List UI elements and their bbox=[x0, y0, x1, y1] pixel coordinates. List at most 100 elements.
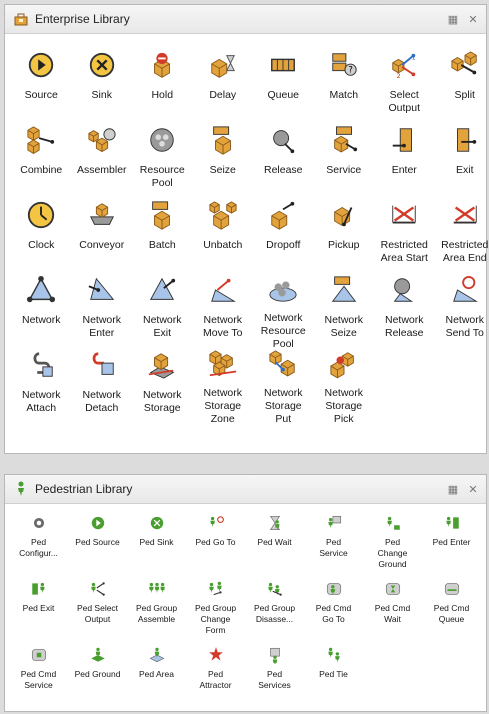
palette-item-ped-tie[interactable]: Ped Tie bbox=[304, 645, 363, 711]
palette-item-conveyor[interactable]: Conveyor bbox=[72, 199, 133, 274]
enterprise-library-header[interactable]: Enterprise Library ▦ ✕ bbox=[5, 5, 486, 34]
network-detach-icon bbox=[86, 349, 118, 381]
ped-cmd-service-icon bbox=[29, 645, 49, 665]
palette-item-queue[interactable]: Queue bbox=[253, 49, 314, 124]
palette-item-label: Network Move To bbox=[203, 314, 243, 339]
queue-icon bbox=[267, 49, 299, 81]
palette-item-network[interactable]: Network bbox=[11, 274, 72, 349]
palette-item-dropoff[interactable]: Dropoff bbox=[253, 199, 314, 274]
view-toggle-icon[interactable]: ▦ bbox=[446, 482, 460, 496]
palette-item-select-output[interactable]: 1 2 Select Output bbox=[374, 49, 435, 124]
conveyor-icon bbox=[86, 199, 118, 231]
palette-item-ped-ground[interactable]: Ped Ground bbox=[68, 645, 127, 711]
ped-group-disassemble-icon bbox=[265, 579, 285, 599]
palette-item-ped-service[interactable]: Ped Service bbox=[304, 513, 363, 579]
palette-item-label: Batch bbox=[148, 239, 176, 251]
palette-item-combine[interactable]: Combine bbox=[11, 124, 72, 199]
palette-item-ped-area[interactable]: Ped Area bbox=[127, 645, 186, 711]
network-release-icon bbox=[388, 274, 420, 306]
palette-item-hold[interactable]: Hold bbox=[132, 49, 193, 124]
palette-item-ped-cmd-wait[interactable]: Ped Cmd Wait bbox=[363, 579, 422, 645]
palette-item-network-storage-put[interactable]: Network Storage Put bbox=[253, 349, 314, 425]
palette-item-unbatch[interactable]: Unbatch bbox=[193, 199, 254, 274]
palette-item-match[interactable]: ? Match bbox=[314, 49, 375, 124]
palette-item-release[interactable]: Release bbox=[253, 124, 314, 199]
palette-item-label: Ped Group Change Form bbox=[194, 603, 237, 635]
palette-item-clock[interactable]: Clock bbox=[11, 199, 72, 274]
dropoff-icon bbox=[267, 199, 299, 231]
palette-item-network-seize[interactable]: Network Seize bbox=[314, 274, 375, 349]
release-icon bbox=[267, 124, 299, 156]
view-toggle-icon[interactable]: ▦ bbox=[446, 12, 460, 26]
palette-item-label: Assembler bbox=[76, 164, 127, 176]
palette-item-label: Ped Group Assemble bbox=[135, 603, 178, 624]
palette-item-label: Network bbox=[21, 314, 61, 326]
palette-item-ped-select-output[interactable]: Ped Select Output bbox=[68, 579, 127, 645]
pedestrian-library-grid: Ped Configur... Ped Source Ped Sink Ped Go … bbox=[9, 513, 481, 711]
palette-item-label: Seize bbox=[209, 164, 236, 176]
palette-item-batch[interactable]: Batch bbox=[132, 199, 193, 274]
palette-item-network-attach[interactable]: Network Attach bbox=[11, 349, 72, 424]
palette-item-enter[interactable]: Enter bbox=[374, 124, 435, 199]
palette-item-network-enter[interactable]: Network Enter bbox=[72, 274, 133, 349]
palette-item-resource-pool[interactable]: Resource Pool bbox=[132, 124, 193, 199]
palette-item-label: Queue bbox=[267, 89, 300, 101]
pedestrian-library-header[interactable]: Pedestrian Library ▦ ✕ bbox=[5, 475, 486, 504]
palette-item-assembler[interactable]: Assembler bbox=[72, 124, 133, 199]
ped-services-icon bbox=[265, 645, 285, 665]
palette-item-ped-group-assemble[interactable]: Ped Group Assemble bbox=[127, 579, 186, 645]
palette-item-exit[interactable]: Exit bbox=[435, 124, 489, 199]
palette-item-network-storage-zone[interactable]: Network Storage Zone bbox=[193, 349, 254, 425]
unbatch-icon bbox=[207, 199, 239, 231]
palette-item-restricted-area-end[interactable]: Restricted Area End bbox=[435, 199, 489, 274]
palette-item-ped-source[interactable]: Ped Source bbox=[68, 513, 127, 579]
palette-item-ped-attractor[interactable]: Ped Attractor bbox=[186, 645, 245, 711]
palette-item-ped-services[interactable]: Ped Services bbox=[245, 645, 304, 711]
palette-item-delay[interactable]: Delay bbox=[193, 49, 254, 124]
palette-item-ped-go-to[interactable]: Ped Go To bbox=[186, 513, 245, 579]
palette-item-network-release[interactable]: Network Release bbox=[374, 274, 435, 349]
ped-source-icon bbox=[88, 513, 108, 533]
palette-item-ped-group-disassemble[interactable]: Ped Group Disasse... bbox=[245, 579, 304, 645]
delay-icon bbox=[207, 49, 239, 81]
palette-item-ped-change-ground[interactable]: Ped Change Ground bbox=[363, 513, 422, 579]
palette-item-label: Unbatch bbox=[203, 239, 243, 251]
palette-item-ped-enter[interactable]: Ped Enter bbox=[422, 513, 481, 579]
palette-item-service[interactable]: Service bbox=[314, 124, 375, 199]
palette-item-ped-sink[interactable]: Ped Sink bbox=[127, 513, 186, 579]
palette-item-ped-group-change-form[interactable]: Ped Group Change Form bbox=[186, 579, 245, 645]
palette-item-network-storage[interactable]: Network Storage bbox=[132, 349, 193, 424]
palette-item-source[interactable]: Source bbox=[11, 49, 72, 124]
pedestrian-library-panel: Pedestrian Library ▦ ✕ Ped Configur... Pe… bbox=[4, 474, 487, 712]
palette-item-label: Dropoff bbox=[266, 239, 301, 251]
palette-item-network-move-to[interactable]: Network Move To bbox=[193, 274, 254, 349]
palette-item-ped-cmd-queue[interactable]: Ped Cmd Queue bbox=[422, 579, 481, 645]
palette-item-label: Resource Pool bbox=[139, 164, 185, 189]
clock-icon bbox=[25, 199, 57, 231]
palette-item-split[interactable]: Split bbox=[435, 49, 489, 124]
ped-go-to-icon bbox=[206, 513, 226, 533]
palette-item-ped-wait[interactable]: Ped Wait bbox=[245, 513, 304, 579]
palette-item-label: Ped Cmd Go To bbox=[315, 603, 352, 624]
palette-item-ped-cmd-go-to[interactable]: Ped Cmd Go To bbox=[304, 579, 363, 645]
palette-item-seize[interactable]: Seize bbox=[193, 124, 254, 199]
network-exit-icon bbox=[146, 274, 178, 306]
close-icon[interactable]: ✕ bbox=[466, 482, 480, 496]
pedestrian-library-icon bbox=[13, 481, 29, 497]
palette-item-pickup[interactable]: Pickup bbox=[314, 199, 375, 274]
palette-item-ped-configuration[interactable]: Ped Configur... bbox=[9, 513, 68, 579]
palette-item-restricted-area-start[interactable]: Restricted Area Start bbox=[374, 199, 435, 274]
network-storage-pick-icon bbox=[328, 349, 360, 379]
palette-item-network-resource-pool[interactable]: Network Resource Pool bbox=[253, 274, 314, 350]
palette-item-sink[interactable]: Sink bbox=[72, 49, 133, 124]
palette-item-network-send-to[interactable]: Network Send To bbox=[435, 274, 489, 349]
network-send-to-icon bbox=[449, 274, 481, 306]
palette-item-network-storage-pick[interactable]: Network Storage Pick bbox=[314, 349, 375, 425]
close-icon[interactable]: ✕ bbox=[466, 12, 480, 26]
palette-item-label: Network Storage Zone bbox=[203, 387, 242, 425]
palette-item-ped-cmd-service[interactable]: Ped Cmd Service bbox=[9, 645, 68, 711]
palette-item-ped-exit[interactable]: Ped Exit bbox=[9, 579, 68, 645]
palette-item-network-detach[interactable]: Network Detach bbox=[72, 349, 133, 424]
palette-item-network-exit[interactable]: Network Exit bbox=[132, 274, 193, 349]
palette-item-label: Hold bbox=[151, 89, 174, 101]
